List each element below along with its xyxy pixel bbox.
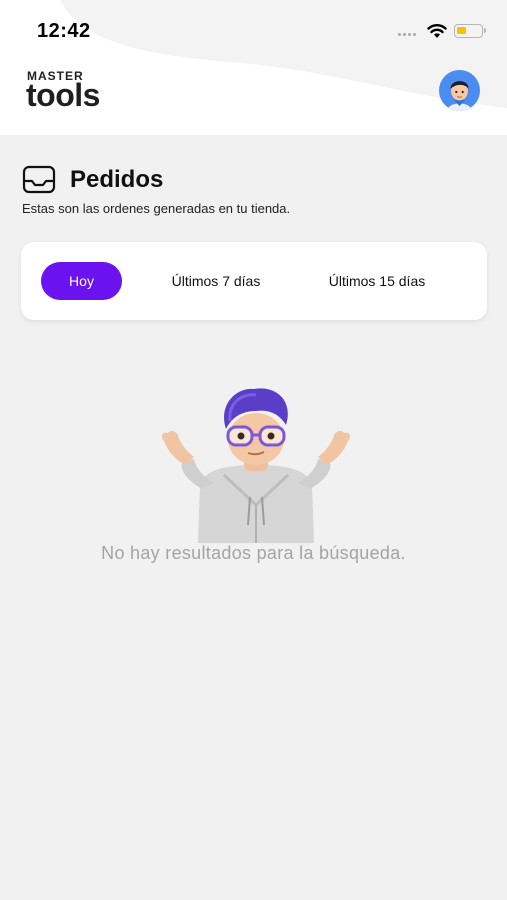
status-time: 12:42	[37, 20, 91, 42]
app-header: 12:42 MASTER tools	[0, 0, 507, 135]
brand-logo[interactable]: MASTER tools	[26, 69, 127, 113]
profile-avatar[interactable]	[439, 70, 480, 111]
tab-last-7-days[interactable]: Últimos 7 días	[151, 262, 281, 300]
date-filter-card: Hoy Últimos 7 días Últimos 15 días	[21, 242, 487, 320]
status-bar: 12:42	[0, 0, 507, 60]
page-heading: Pedidos Estas son las ordenes generadas …	[22, 165, 482, 216]
page-subtitle: Estas son las ordenes generadas en tu ti…	[22, 201, 291, 216]
inbox-tray-icon	[22, 165, 56, 194]
tab-last-15-days[interactable]: Últimos 15 días	[317, 262, 437, 300]
shrugging-memoji-icon	[161, 388, 351, 543]
page-title: Pedidos	[70, 166, 164, 193]
wifi-icon	[427, 24, 447, 38]
avatar-icon	[447, 81, 472, 111]
battery-icon	[454, 24, 486, 38]
empty-state-message: No hay resultados para la búsqueda.	[101, 543, 406, 563]
brand-logo-bottom: tools	[26, 77, 100, 113]
tab-today[interactable]: Hoy	[41, 262, 122, 300]
signal-dots-icon	[398, 33, 420, 37]
